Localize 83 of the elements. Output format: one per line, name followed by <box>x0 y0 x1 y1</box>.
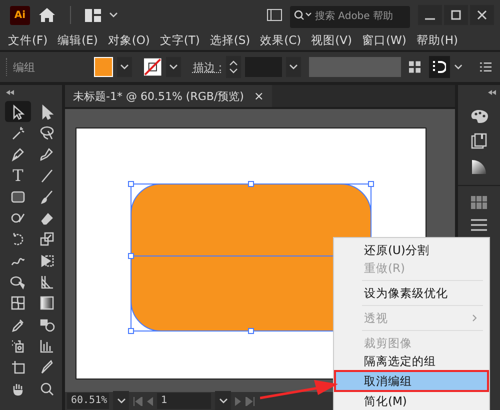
tool-button[interactable] <box>5 101 31 122</box>
rectangle-icon <box>10 188 26 205</box>
search-field[interactable]: 搜索 Adobe 帮助 <box>290 6 410 28</box>
zoom-icon <box>39 380 55 396</box>
chevron-icon[interactable] <box>109 12 118 18</box>
chevron-icon <box>218 398 228 404</box>
eyedropper-icon <box>10 316 26 333</box>
lines-icon[interactable] <box>471 219 487 231</box>
close-tab-button[interactable]: × <box>254 89 264 103</box>
line-icon <box>39 168 55 184</box>
search-icon <box>294 10 312 20</box>
app-logo: Ai <box>10 6 30 24</box>
lasso-icon <box>39 124 55 141</box>
minimize-icon <box>425 18 435 20</box>
chevron-icon[interactable] <box>454 64 462 70</box>
pen-icon <box>39 146 55 162</box>
align-icon[interactable] <box>409 61 421 73</box>
dropdown-button[interactable] <box>286 57 302 77</box>
stroke-label[interactable]: 描边 : <box>192 60 222 74</box>
palette-icon[interactable] <box>470 109 488 123</box>
document-tab[interactable]: 未标题-1* @ 60.51% (RGB/预览) × <box>65 85 272 107</box>
scale-icon <box>39 231 55 248</box>
close-icon <box>477 10 487 20</box>
context-menu-item[interactable]: 简化(M) <box>334 392 489 410</box>
close-button[interactable] <box>470 5 494 25</box>
context-menu-item[interactable]: 设为像素级优化 <box>334 284 489 302</box>
list-icon[interactable] <box>480 62 492 72</box>
menu-item[interactable]: 文件(F) <box>8 32 48 48</box>
menu-item[interactable]: 选择(S) <box>210 32 250 48</box>
grid-icon <box>39 274 55 290</box>
chevron-icon <box>168 64 178 70</box>
stepper-button[interactable] <box>226 56 242 78</box>
isolate-button[interactable] <box>428 56 450 78</box>
home-icon[interactable] <box>38 7 56 23</box>
chevron-icon <box>289 64 298 70</box>
gradient-icon[interactable] <box>471 159 487 175</box>
page-field[interactable]: 1 <box>157 393 211 409</box>
zoom-field[interactable]: 60.51% <box>67 393 109 409</box>
context-menu-item[interactable]: 还原(U)分割 <box>334 241 489 259</box>
layout-icon[interactable] <box>85 8 101 22</box>
chevron-icon <box>116 398 126 404</box>
context-menu-item[interactable]: 隔离选定的组 <box>334 352 489 370</box>
bar-chart-icon <box>39 338 55 354</box>
maximize-icon <box>451 10 461 20</box>
wand-icon <box>10 124 26 141</box>
maximize-button[interactable] <box>444 5 468 25</box>
brush-icon <box>39 188 55 205</box>
dropdown-button[interactable] <box>116 57 132 77</box>
up-down-icon <box>229 60 238 74</box>
pen-icon <box>10 146 26 162</box>
artboard-icon <box>10 359 26 376</box>
collapse-icon[interactable] <box>6 90 14 95</box>
blend-icon <box>39 316 55 333</box>
menu-item[interactable]: 效果(C) <box>260 32 302 48</box>
sprayer-icon <box>10 338 26 354</box>
shape-builder-icon <box>10 274 26 290</box>
menu-item[interactable]: 文字(T) <box>160 32 200 48</box>
fill-swatch[interactable] <box>94 57 113 77</box>
menu-item[interactable]: 视图(V) <box>311 32 352 48</box>
mesh-icon <box>10 295 26 312</box>
knife-icon <box>39 359 55 376</box>
isolate-icon <box>432 61 446 73</box>
transform-icon <box>39 252 55 269</box>
minimize-button[interactable] <box>418 5 442 25</box>
collapse-icon[interactable] <box>488 90 496 95</box>
menu-item[interactable]: 对象(O) <box>108 32 150 48</box>
context-menu-item[interactable]: 取消编组 <box>334 370 489 392</box>
document-title: 未标题-1* @ 60.51% (RGB/预览) <box>73 88 244 104</box>
chevron-icon <box>120 64 130 70</box>
menu-item[interactable]: 窗口(W) <box>362 32 406 48</box>
dropdown-button[interactable] <box>113 391 129 410</box>
tool-button[interactable]: T <box>5 164 31 186</box>
panel-icon[interactable] <box>267 9 282 21</box>
stroke-swatch[interactable] <box>144 58 162 76</box>
selection-label: 编组 <box>12 60 36 74</box>
swatches-icon[interactable] <box>471 133 487 149</box>
menu-item[interactable]: 编辑(E) <box>58 32 98 48</box>
menu-item[interactable]: 帮助(H) <box>416 32 458 48</box>
grid-icon[interactable] <box>471 196 487 209</box>
dropdown-button[interactable] <box>215 391 231 410</box>
style-field[interactable] <box>309 57 402 77</box>
dropdown-button[interactable] <box>166 57 181 77</box>
gradient-icon <box>39 295 55 312</box>
